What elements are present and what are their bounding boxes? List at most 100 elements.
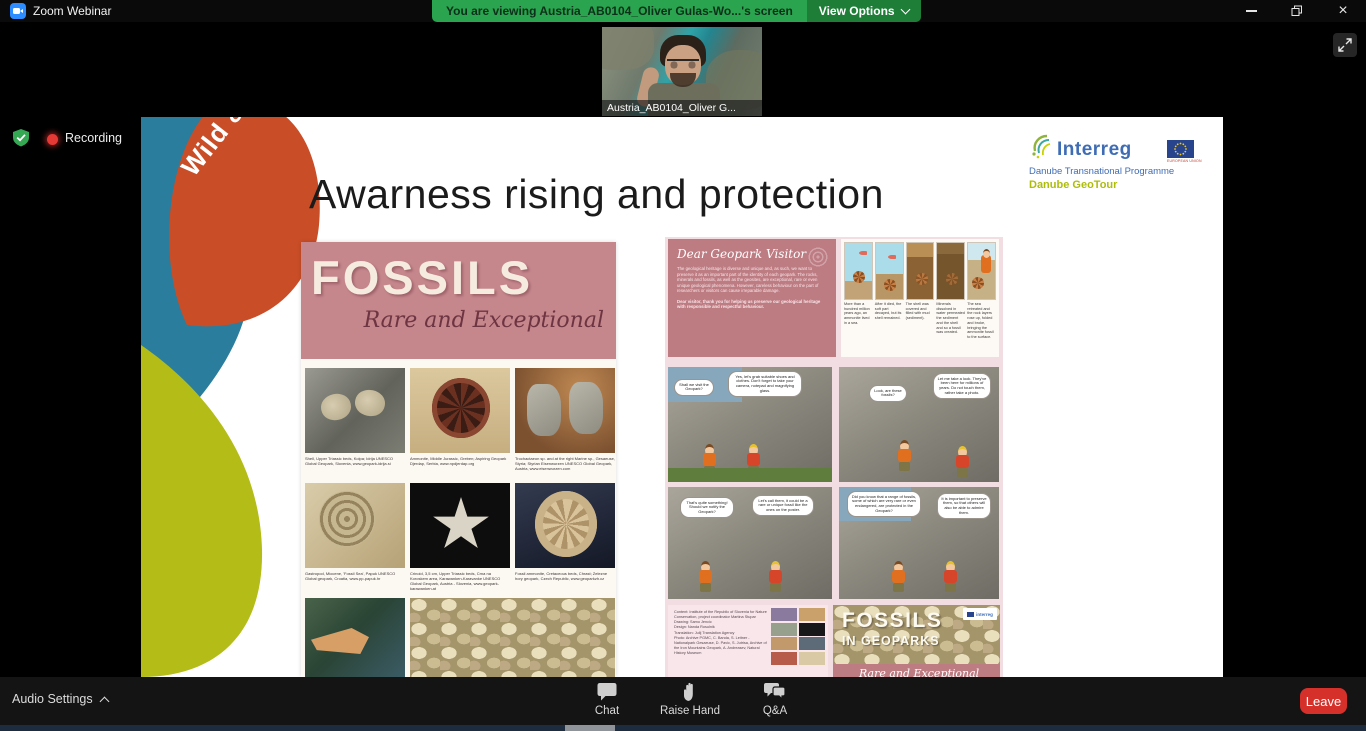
ammonite: [916, 273, 928, 285]
fossils-poster: FOSSILS Rare and Exceptional Shell, Uppe…: [301, 242, 616, 677]
qa-label: Q&A: [763, 705, 787, 717]
step-caption: After it died, the soft part decayed, bu…: [875, 302, 904, 321]
leave-button[interactable]: Leave: [1300, 688, 1347, 714]
rock-half: [527, 384, 561, 436]
ammonite-outline-icon: [808, 247, 828, 267]
thumb-shells: [799, 652, 825, 665]
view-options-button[interactable]: View Options: [807, 0, 921, 22]
participant-name-label: Austria_AB0104_Oliver G...: [602, 100, 762, 116]
camera-icon: [13, 8, 20, 14]
chat-icon: [596, 682, 618, 702]
participant-video-thumbnail[interactable]: Austria_AB0104_Oliver G...: [602, 27, 762, 116]
visitor-panel-title: Dear Geopark Visitor: [677, 247, 827, 261]
fossil-photo-diorama: [305, 598, 405, 677]
speech-bubble: Let's call them, it could be a rare or u…: [752, 495, 814, 516]
audio-settings-label: Audio Settings: [12, 692, 93, 706]
recording-dot-icon: [47, 134, 58, 145]
interreg-logo-block: Interreg EUROPEAN UNION Danube Transnati…: [1029, 131, 1214, 191]
danube-geotour-label: Danube GeoTour: [1029, 179, 1214, 191]
camera-lens-icon: [20, 9, 23, 13]
expand-fullscreen-button[interactable]: [1333, 33, 1357, 57]
speech-bubble: That's quite something! Should we notify…: [680, 497, 734, 518]
shared-screen-slide: Wild & Sanft Awarness rising and protect…: [141, 117, 1223, 677]
thumb-star: [799, 623, 825, 636]
taskbar-strip: [0, 725, 1366, 731]
slide-title: Awarness rising and protection: [309, 171, 884, 218]
thumb-fossil: [771, 652, 797, 665]
fossil-caption: Crinoid, 3,5 cm, Upper Triassic beds, Cr…: [410, 571, 510, 591]
fossil-caption: Shell, Upper Triassic beds, Kolpa; Idrij…: [305, 456, 405, 466]
interreg-chip-label: interreg: [976, 612, 993, 617]
step-caption: More than a hundred million years ago, a…: [844, 302, 873, 326]
ammonite: [853, 271, 865, 283]
raise-hand-icon: [680, 682, 700, 702]
webinar-toolbar: Audio Settings Chat Raise Hand Q&A Leave: [0, 677, 1366, 725]
ammonite: [884, 279, 896, 291]
speech-bubble: Look, are these fossils?: [869, 385, 907, 402]
speech-bubble: It is important to preserve them, so tha…: [937, 493, 991, 519]
thumb-fossil: [799, 608, 825, 621]
thumb-ammonite: [771, 637, 797, 650]
chat-button[interactable]: Chat: [572, 682, 642, 717]
share-banner-text: You are viewing Austria_AB0104_Oliver Gu…: [432, 0, 807, 22]
cartoon-boy: [891, 561, 907, 593]
restore-button[interactable]: [1274, 0, 1320, 22]
ammonite: [972, 277, 984, 289]
fossils-poster-title: FOSSILS: [311, 250, 533, 305]
minimize-icon: [1246, 10, 1257, 11]
comic-panel-c: That's quite something! Should we notify…: [668, 487, 832, 599]
shell-fossil: [353, 388, 387, 419]
fossilization-step: The sea retreated and the rock layers ro…: [967, 242, 996, 354]
thumb-spiral: [771, 623, 797, 636]
qa-button[interactable]: Q&A: [740, 682, 810, 717]
audio-settings-button[interactable]: Audio Settings: [12, 692, 108, 706]
cartoon-girl: [746, 444, 762, 476]
eu-stars: [1167, 140, 1194, 158]
raise-hand-button[interactable]: Raise Hand: [655, 682, 725, 717]
close-icon: ×: [1338, 3, 1347, 19]
ammonite-fossil: [432, 378, 490, 438]
fossilization-step: The shell was covered and filled with mu…: [906, 242, 935, 354]
eu-caption: EUROPEAN UNION: [1167, 159, 1202, 163]
security-shield-icon[interactable]: [11, 128, 31, 148]
interreg-programme: Danube Transnational Programme: [1029, 166, 1214, 177]
visitor-paragraph: The geological heritage is diverse and u…: [677, 266, 827, 294]
cartoon-boy: [698, 561, 714, 593]
credits-panel: Content: Institute of the Republic of Sl…: [668, 605, 828, 677]
taskbar-segment: [565, 725, 615, 731]
title-bar: Zoom Webinar You are viewing Austria_AB0…: [0, 0, 1366, 22]
close-button[interactable]: ×: [1320, 0, 1366, 22]
thumb-ammonite: [771, 608, 797, 621]
step-caption: The sea retreated and the rock layers ro…: [967, 302, 996, 340]
fossils-poster-header: FOSSILS Rare and Exceptional: [301, 242, 616, 359]
step-illustration: [967, 242, 996, 300]
credit-line: Content: Institute of the Republic of Sl…: [674, 610, 770, 620]
fish: [888, 255, 896, 259]
interreg-chip: interreg: [963, 608, 997, 620]
fossil-photo-shells: [305, 368, 405, 453]
fossilization-step: Minerals dissolved in water permeated th…: [936, 242, 965, 354]
eu-flag-icon: [1167, 140, 1194, 158]
screen-share-banner: You are viewing Austria_AB0104_Oliver Gu…: [432, 0, 921, 22]
cover-script-text: Rare and Exceptional: [859, 667, 979, 677]
thumb-fossil: [799, 637, 825, 650]
comic-panel-b: Look, are these fossils? Let me take a l…: [839, 367, 999, 482]
dear-visitor-panel: Dear Geopark Visitor The geological heri…: [668, 239, 836, 357]
spiral-fossil: [319, 491, 375, 547]
step-illustration: [906, 242, 935, 300]
step-illustration: [936, 242, 965, 300]
ammonite-fossil: [535, 491, 597, 557]
cartoon-boy: [702, 444, 718, 476]
cartoon-girl: [955, 446, 971, 478]
comic-panel-a: Shall we visit the Geopark? Yes, let's g…: [668, 367, 832, 482]
minimize-button[interactable]: [1228, 0, 1274, 22]
restore-icon: [1291, 5, 1303, 17]
interreg-swirl-icon: [1029, 131, 1059, 161]
cartoon-girl: [943, 561, 959, 593]
fossil-caption: Ammonite, Middle Jurassic, Greben; Aspir…: [410, 456, 510, 466]
cartoon-girl: [768, 561, 784, 593]
fossils-poster-subtitle: Rare and Exceptional: [364, 308, 604, 333]
ammonite: [946, 273, 958, 285]
chat-label: Chat: [595, 705, 619, 717]
participant-glasses: [667, 59, 699, 70]
